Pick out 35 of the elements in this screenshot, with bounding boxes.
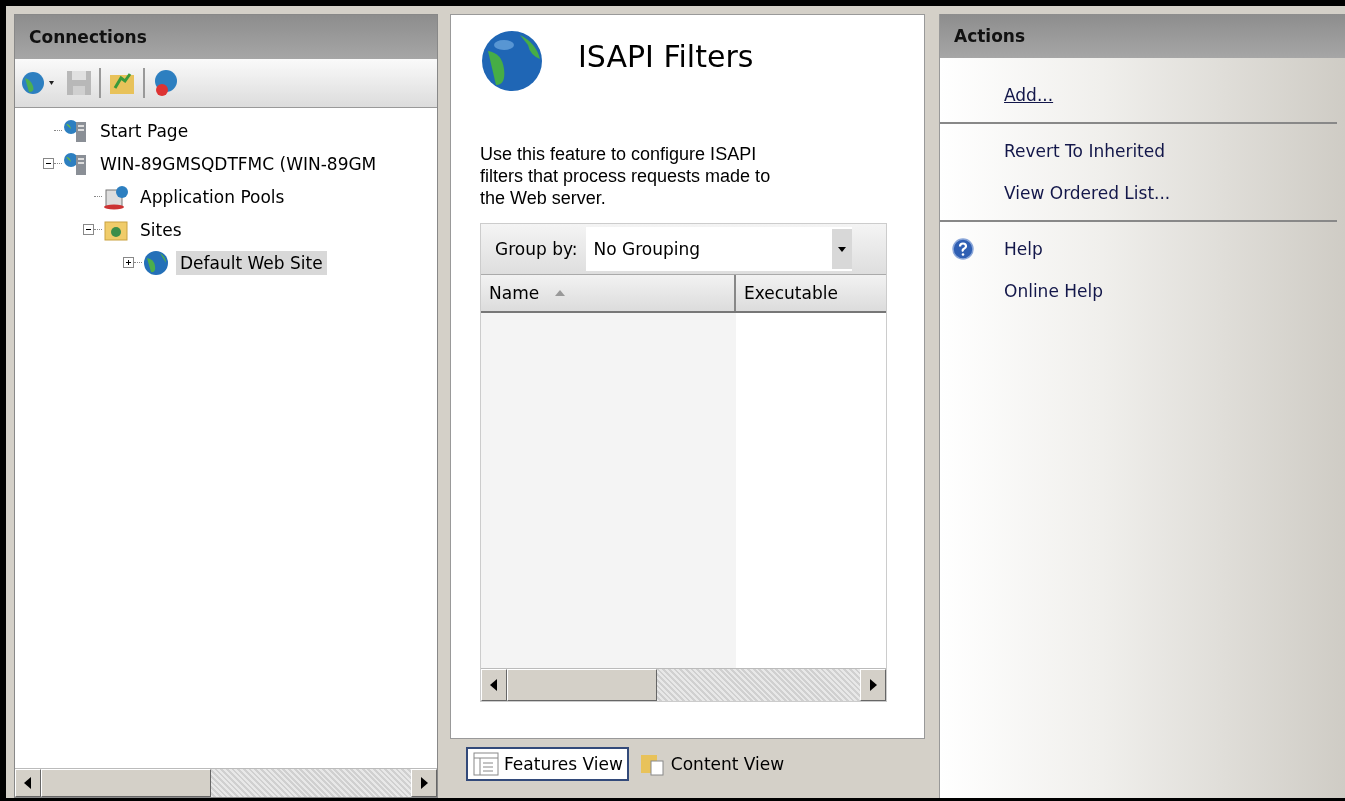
- tree-item[interactable]: WIN-89GMSQDTFMC (WIN-89GM: [96, 151, 381, 176]
- expand-toggle[interactable]: [43, 158, 54, 169]
- help-icon: [952, 238, 974, 260]
- caret-icon: [838, 246, 846, 252]
- horizontal-scrollbar[interactable]: [481, 668, 886, 701]
- tree-item[interactable]: Default Web Site: [176, 250, 327, 275]
- panel-header: Connections: [15, 15, 437, 59]
- scroll-left-icon[interactable]: [490, 679, 498, 691]
- expand-toggle[interactable]: [83, 224, 94, 235]
- action-link[interactable]: View Ordered List...: [1004, 183, 1171, 203]
- features-view-icon: [472, 751, 500, 777]
- group-by-label: Group by:: [494, 239, 579, 259]
- group-by-dropdown[interactable]: No Grouping: [585, 227, 852, 271]
- application-pools-icon: [102, 183, 130, 210]
- expand-toggle[interactable]: [123, 257, 134, 268]
- globe-icon: [142, 249, 170, 276]
- action-link[interactable]: Revert To Inherited: [1004, 141, 1166, 161]
- view-tab[interactable]: Content View: [632, 747, 791, 781]
- tree-item[interactable]: Start Page: [96, 118, 193, 143]
- tree-item[interactable]: Sites: [136, 217, 186, 242]
- globe-icon: [480, 29, 544, 93]
- feature-description: Use this feature to configure ISAPI filters that process requests made to the Web server.: [480, 143, 772, 209]
- action-link[interactable]: Help: [1004, 239, 1043, 259]
- scroll-right-icon[interactable]: [420, 777, 428, 789]
- horizontal-scrollbar[interactable]: [15, 768, 437, 797]
- action-link[interactable]: Online Help: [1004, 281, 1103, 301]
- column-header[interactable]: Executable: [736, 275, 886, 311]
- page-title: ISAPI Filters: [578, 39, 754, 74]
- action-link[interactable]: Add...: [1004, 85, 1054, 105]
- column-header[interactable]: Name: [481, 275, 736, 311]
- scroll-left-icon[interactable]: [24, 777, 32, 789]
- view-tab[interactable]: Features View: [466, 747, 629, 781]
- panel-header: Actions: [940, 14, 1345, 58]
- scroll-right-icon[interactable]: [869, 679, 877, 691]
- tree-item[interactable]: Application Pools: [136, 184, 289, 209]
